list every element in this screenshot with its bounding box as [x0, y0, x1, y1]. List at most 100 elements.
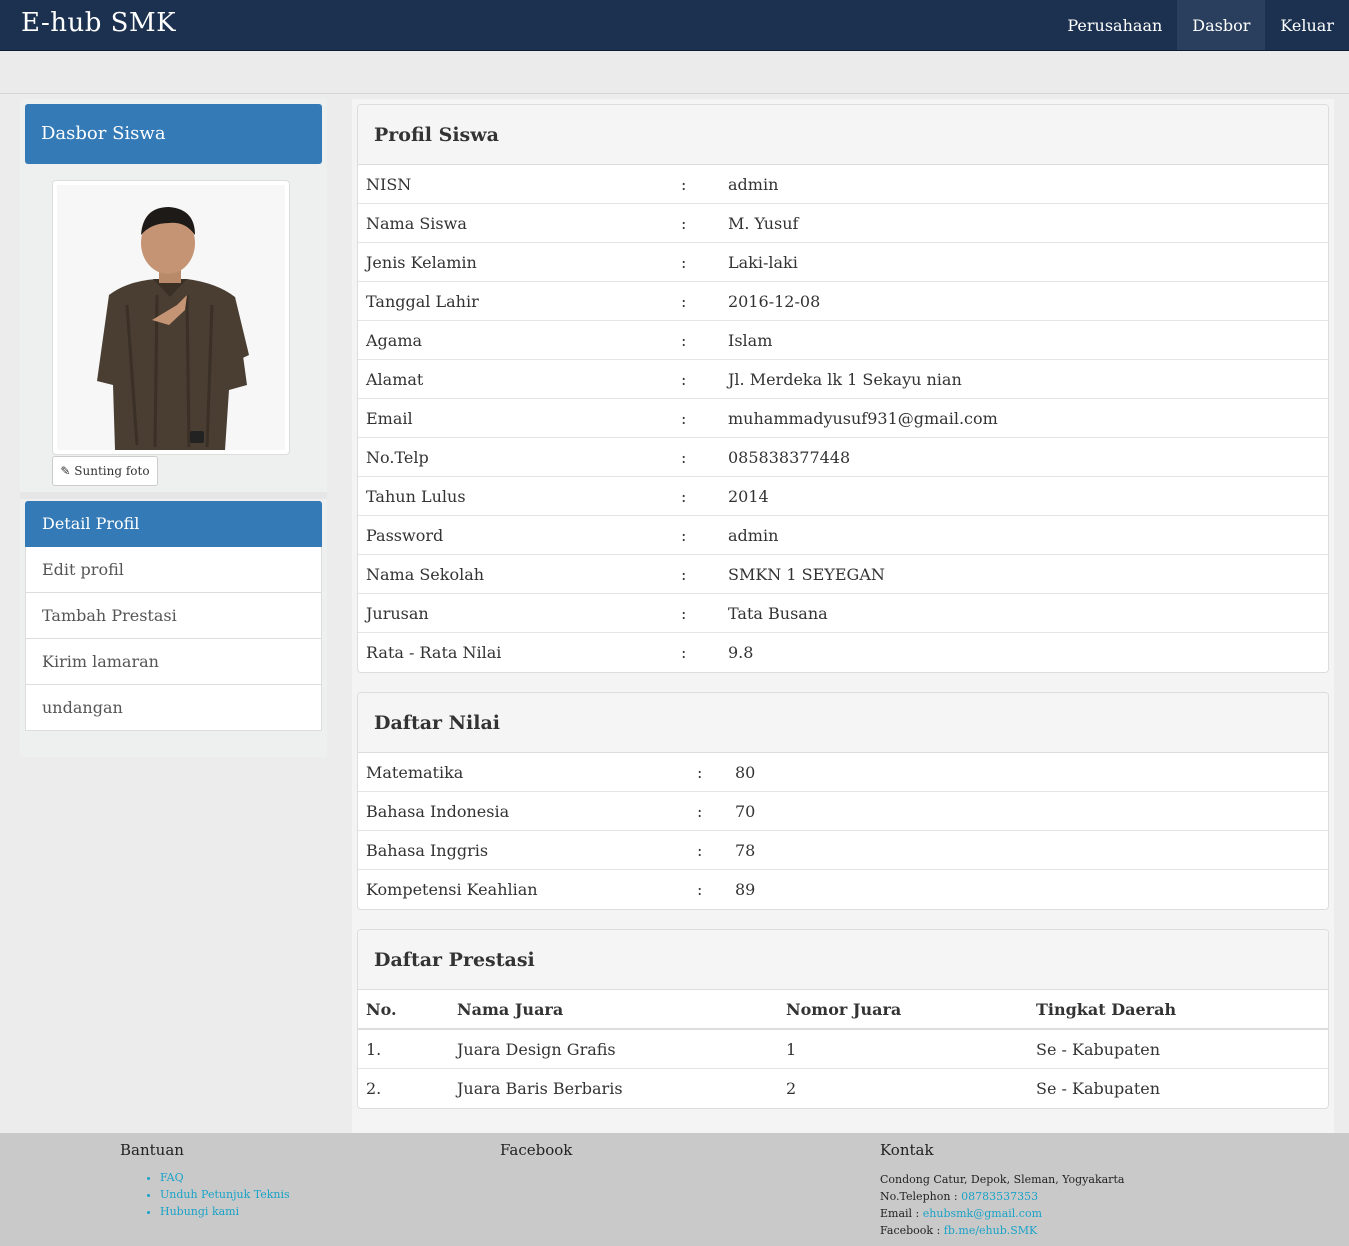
footer-facebook-title: Facebook [500, 1141, 573, 1159]
achievement-no: 2. [366, 1079, 382, 1098]
footer-help-title: Bantuan [120, 1141, 184, 1159]
profile-row: Nama Siswa: M. Yusuf [358, 204, 1328, 243]
profile-field-label: Tanggal Lahir [366, 292, 479, 311]
sidebar-divider [20, 492, 327, 499]
profile-row: Email: muhammadyusuf931@gmail.com [358, 399, 1328, 438]
brand-logo[interactable]: E-hub SMK [21, 8, 176, 38]
profile-field-value: admin [728, 175, 779, 194]
profile-row: NISN: admin [358, 165, 1328, 204]
profile-field-colon: : [681, 370, 687, 389]
grades-panel: Daftar Nilai Matematika: 80 Bahasa Indones… [357, 692, 1329, 910]
profile-field-colon: : [681, 292, 687, 311]
achievements-panel: Daftar Prestasi No. Nama Juara Nomor Jua… [357, 929, 1329, 1109]
footer: Bantuan FAQ Unduh Petunjuk Teknis Hubung… [0, 1133, 1349, 1246]
footer-facebook-line: Facebook : fb.me/ehub.SMK [880, 1222, 1124, 1239]
nav-links: Perusahaan Dasbor Keluar [1052, 0, 1349, 50]
profile-field-label: Tahun Lulus [366, 487, 466, 506]
profile-field-value: muhammadyusuf931@gmail.com [728, 409, 998, 428]
grade-colon: : [697, 802, 703, 821]
achievement-level: Se - Kabupaten [1036, 1040, 1161, 1059]
header-no: No. [366, 1000, 397, 1019]
nav-perusahaan[interactable]: Perusahaan [1052, 0, 1177, 50]
profile-field-value: admin [728, 526, 779, 545]
profile-field-colon: : [681, 643, 687, 662]
profile-table: NISN: admin Nama Siswa: M. Yusuf Jenis Kelam… [358, 165, 1328, 672]
grade-score: 78 [735, 841, 756, 860]
grades-table: Matematika:80 Bahasa Indonesia:70 Bahasa I… [358, 753, 1328, 909]
footer-address: Condong Catur, Depok, Sleman, Yogyakarta [880, 1173, 1125, 1186]
grade-row: Bahasa Inggris: 78 [358, 831, 1328, 870]
profile-field-label: Jenis Kelamin [366, 253, 477, 272]
profile-row: Jurusan: Tata Busana [358, 594, 1328, 633]
footer-email[interactable]: ehubsmk@gmail.com [923, 1207, 1042, 1220]
profile-field-label: Alamat [366, 370, 424, 389]
sub-header-bar [0, 51, 1349, 94]
menu-edit-profil[interactable]: Edit profil [25, 547, 322, 593]
grade-score: 89 [735, 880, 756, 899]
profile-row: Tanggal Lahir: 2016-12-08 [358, 282, 1328, 321]
profile-row: Nama Sekolah: SMKN 1 SEYEGAN [358, 555, 1328, 594]
profile-field-label: No.Telp [366, 448, 429, 467]
grade-subject: Bahasa Inggris [366, 841, 489, 860]
header-nomor-juara: Nomor Juara [786, 1000, 902, 1019]
achievement-name: Juara Baris Berbaris [457, 1079, 623, 1098]
achievements-panel-title: Daftar Prestasi [358, 930, 1328, 990]
footer-contact-title: Kontak [880, 1141, 934, 1159]
profile-field-value: Tata Busana [728, 604, 828, 623]
profile-field-colon: : [681, 331, 687, 350]
footer-phone[interactable]: 08783537353 [961, 1190, 1038, 1203]
footer-link-faq[interactable]: FAQ [160, 1171, 290, 1188]
profile-field-label: Email [366, 409, 413, 428]
profile-field-value: 085838377448 [728, 448, 851, 467]
grade-subject: Bahasa Indonesia [366, 802, 510, 821]
profile-field-label: Nama Siswa [366, 214, 467, 233]
profile-row: Password: admin [358, 516, 1328, 555]
footer-facebook: Facebook [500, 1141, 572, 1171]
profile-field-label: Jurusan [366, 604, 429, 623]
menu-kirim-lamaran[interactable]: Kirim lamaran [25, 639, 322, 685]
menu-undangan[interactable]: undangan [25, 685, 322, 731]
profile-photo [57, 185, 285, 450]
profile-field-label: NISN [366, 175, 412, 194]
profile-field-label: Rata - Rata Nilai [366, 643, 502, 662]
nav-dasbor[interactable]: Dasbor [1177, 0, 1266, 50]
footer-help-links: FAQ Unduh Petunjuk Teknis Hubungi kami [120, 1171, 290, 1222]
profile-field-colon: : [681, 214, 687, 233]
grade-row: Matematika: 80 [358, 753, 1328, 792]
profile-panel: Profil Siswa NISN: admin Nama Siswa: M. Yus… [357, 104, 1329, 673]
profile-field-colon: : [681, 448, 687, 467]
profile-field-colon: : [681, 487, 687, 506]
achievement-rank: 2 [786, 1079, 797, 1098]
menu-detail-profil[interactable]: Detail Profil [25, 501, 322, 547]
profile-field-colon: : [681, 175, 687, 194]
nav-keluar[interactable]: Keluar [1265, 0, 1349, 50]
profile-field-colon: : [681, 604, 687, 623]
sidebar: Dasbor Siswa ✎ Sunting foto Detail Profi… [20, 99, 327, 757]
grade-score: 80 [735, 763, 756, 782]
menu-tambah-prestasi[interactable]: Tambah Prestasi [25, 593, 322, 639]
edit-photo-button[interactable]: ✎ Sunting foto [52, 456, 158, 486]
profile-field-value: 2014 [728, 487, 769, 506]
profile-row: No.Telp: 085838377448 [358, 438, 1328, 477]
achievement-row: 2. Juara Baris Berbaris 2 Se - Kabupaten [358, 1069, 1328, 1108]
profile-field-label: Password [366, 526, 444, 545]
profile-field-colon: : [681, 565, 687, 584]
profile-photo-frame [52, 180, 290, 455]
profile-row: Jenis Kelamin: Laki-laki [358, 243, 1328, 282]
achievements-table-header: No. Nama Juara Nomor Juara Tingkat Daera… [358, 990, 1328, 1030]
footer-facebook-link[interactable]: fb.me/ehub.SMK [944, 1224, 1038, 1237]
footer-phone-label: No.Telephon : [880, 1190, 958, 1203]
achievements-table-body: 1. Juara Design Grafis 1 Se - Kabupaten 2. Ju… [358, 1030, 1328, 1108]
main-content: Profil Siswa NISN: admin Nama Siswa: M. Yus… [352, 99, 1334, 1133]
profile-field-colon: : [681, 526, 687, 545]
header-tingkat-daerah: Tingkat Daerah [1036, 1000, 1177, 1019]
grade-colon: : [697, 841, 703, 860]
profile-field-value: M. Yusuf [728, 214, 799, 233]
footer-link-petunjuk[interactable]: Unduh Petunjuk Teknis [160, 1188, 290, 1205]
footer-phone-line: No.Telephon : 08783537353 [880, 1188, 1124, 1205]
footer-email-line: Email : ehubsmk@gmail.com [880, 1205, 1124, 1222]
profile-field-value: 2016-12-08 [728, 292, 821, 311]
footer-link-hubungi[interactable]: Hubungi kami [160, 1205, 290, 1222]
profile-field-value: SMKN 1 SEYEGAN [728, 565, 885, 584]
pencil-icon: ✎ [60, 464, 71, 478]
